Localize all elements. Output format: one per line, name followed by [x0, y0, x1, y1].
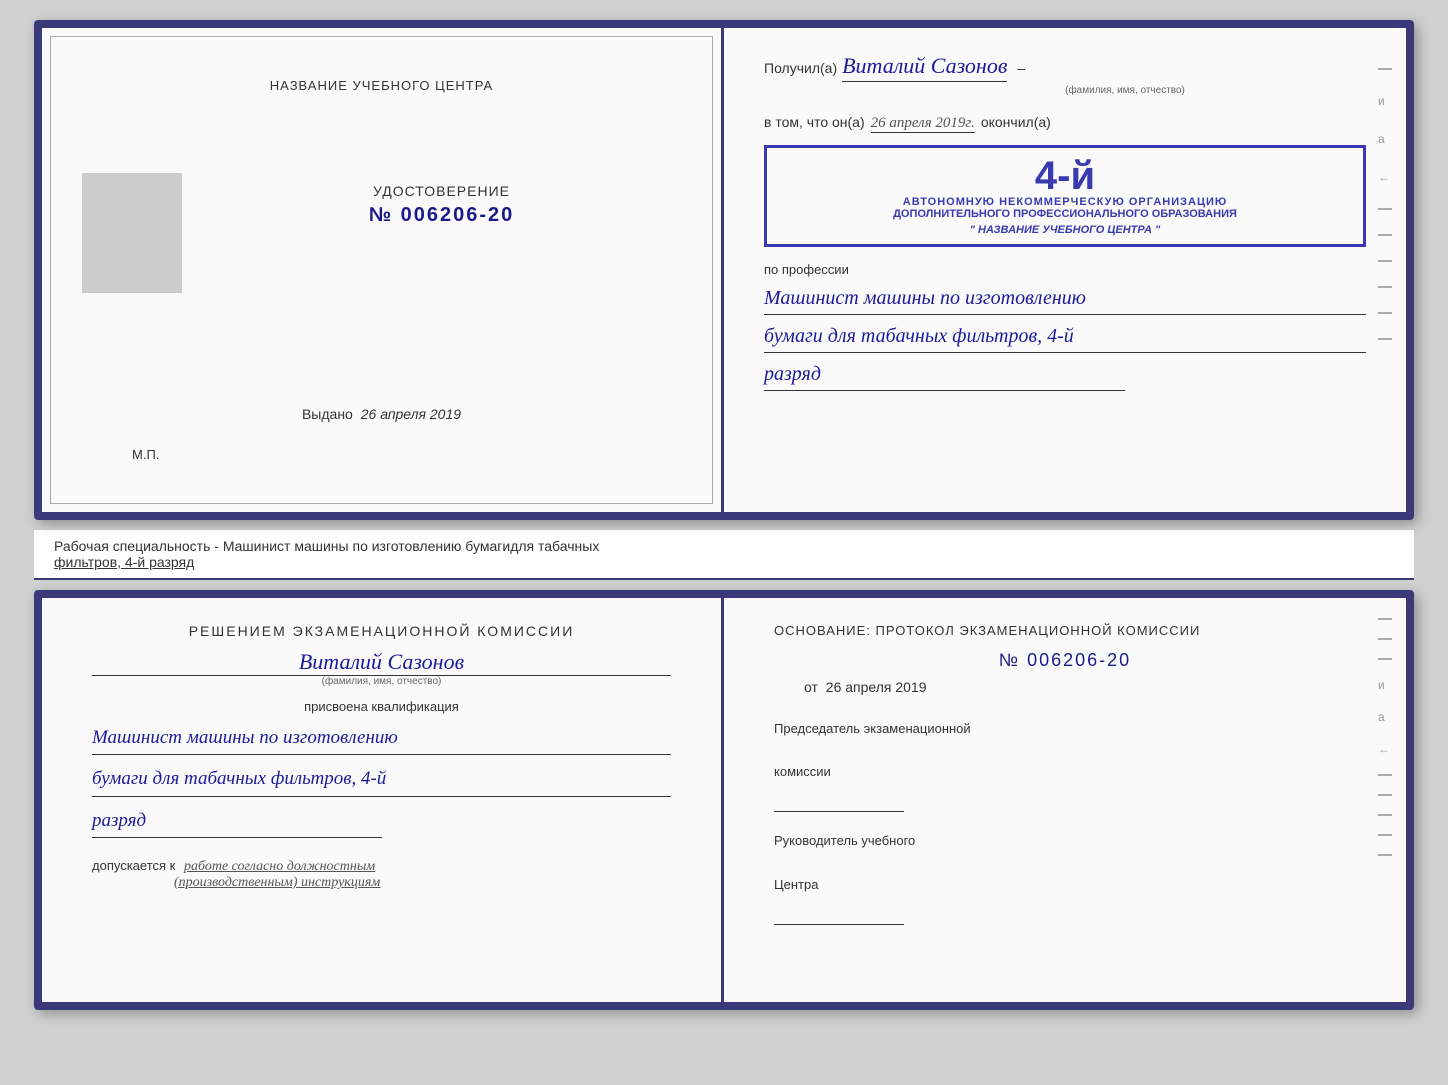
okonchil-label: окончил(а)	[981, 114, 1051, 130]
admitted-hw1: работе согласно должностным	[184, 859, 375, 874]
bottom-right-page: Основание: протокол экзаменационной коми…	[724, 598, 1406, 1002]
osnov-title: Основание: протокол экзаменационной коми…	[774, 623, 1356, 638]
mp-label: М.П.	[132, 447, 159, 462]
br-arrow: ←	[1378, 742, 1392, 756]
left-title: НАЗВАНИЕ УЧЕБНОГО ЦЕНТРА	[270, 78, 493, 93]
issued-date: 26 апреля 2019	[361, 406, 461, 422]
info-text1: Рабочая специальность - Машинист машины …	[54, 538, 1394, 554]
chairman-label2: комиссии	[774, 763, 1356, 781]
top-right-page: Получил(а) Виталий Сазонов – (фамилия, и…	[724, 28, 1406, 512]
head-label1: Руководитель учебного	[774, 832, 1356, 850]
deco-i: и	[1378, 94, 1392, 108]
deco-dash7	[1378, 338, 1392, 340]
head-signature-line	[774, 924, 904, 925]
deco-dash3	[1378, 234, 1392, 236]
deco-dash2	[1378, 208, 1392, 210]
issued-prefix: Выдано	[302, 406, 353, 422]
bottom-prof-hw3: разряд	[92, 805, 382, 838]
profession-hw3: разряд	[764, 358, 1125, 391]
photo-placeholder	[82, 173, 182, 293]
info-bar: Рабочая специальность - Машинист машины …	[34, 530, 1414, 580]
stamp-number: 4-й	[782, 156, 1348, 196]
deco-dash1	[1378, 68, 1392, 70]
dash1: –	[1017, 60, 1025, 76]
stamp-box: 4-й АВТОНОМНУЮ НЕКОММЕРЧЕСКУЮ ОРГАНИЗАЦИ…	[764, 145, 1366, 247]
br-a: а	[1378, 710, 1392, 724]
recipient-name: Виталий Сазонов	[842, 53, 1007, 82]
head-label2: Центра	[774, 876, 1356, 894]
decision-title: Решением экзаменационной комиссии	[92, 623, 671, 639]
deco-a: а	[1378, 132, 1392, 146]
br-dash1	[1378, 618, 1392, 620]
br-dash5	[1378, 794, 1392, 796]
top-left-page: НАЗВАНИЕ УЧЕБНОГО ЦЕНТРА УДОСТОВЕРЕНИЕ №…	[42, 28, 724, 512]
admitted-hw2: (производственным) инструкциям	[174, 875, 671, 891]
deco-dash6	[1378, 312, 1392, 314]
vtom-prefix: в том, что он(а)	[764, 114, 865, 130]
admitted-prefix: допускается к	[92, 858, 175, 873]
br-dash3	[1378, 658, 1392, 660]
vtom-line: в том, что он(а) 26 апреля 2019г. окончи…	[764, 114, 1366, 133]
bottom-certificate: Решением экзаменационной комиссии Витали…	[34, 590, 1414, 1010]
br-dash8	[1378, 854, 1392, 856]
deco-dash5	[1378, 286, 1392, 288]
admitted-line: допускается к работе согласно должностны…	[92, 858, 671, 875]
stamp-text3: " НАЗВАНИЕ УЧЕБНОГО ЦЕНТРА "	[782, 224, 1348, 236]
stamp-text1: АВТОНОМНУЮ НЕКОММЕРЧЕСКУЮ ОРГАНИЗАЦИЮ	[782, 196, 1348, 208]
deco-dash4	[1378, 260, 1392, 262]
br-dash2	[1378, 638, 1392, 640]
deco-arrow: ←	[1378, 170, 1392, 184]
br-i: и	[1378, 678, 1392, 692]
from-prefix: от	[804, 679, 818, 695]
from-date-line: от 26 апреля 2019	[804, 679, 1356, 695]
br-dash6	[1378, 814, 1392, 816]
cert-number: № 006206-20	[369, 204, 515, 227]
date-handwritten: 26 апреля 2019г.	[871, 115, 975, 133]
from-date: 26 апреля 2019	[826, 679, 927, 695]
bottom-name-hw: Виталий Сазонов	[92, 649, 671, 676]
cert-label: УДОСТОВЕРЕНИЕ	[373, 183, 510, 199]
profession-label: по профессии	[764, 262, 1366, 277]
assigned-label: присвоена квалификация	[92, 699, 671, 714]
bottom-left-page: Решением экзаменационной комиссии Витали…	[42, 598, 724, 1002]
br-dash4	[1378, 774, 1392, 776]
top-certificate: НАЗВАНИЕ УЧЕБНОГО ЦЕНТРА УДОСТОВЕРЕНИЕ №…	[34, 20, 1414, 520]
protocol-num: № 006206-20	[774, 650, 1356, 671]
bottom-name-sub: (фамилия, имя, отчество)	[92, 676, 671, 687]
received-line: Получил(а) Виталий Сазонов –	[764, 53, 1366, 82]
profession-hw2: бумаги для табачных фильтров, 4-й	[764, 320, 1366, 353]
name-sublabel: (фамилия, имя, отчество)	[884, 85, 1366, 96]
stamp-text2: ДОПОЛНИТЕЛЬНОГО ПРОФЕССИОНАЛЬНОГО ОБРАЗО…	[782, 208, 1348, 220]
chairman-signature-line	[774, 811, 904, 812]
br-dash7	[1378, 834, 1392, 836]
received-prefix: Получил(а)	[764, 60, 837, 76]
profession-hw1: Машинист машины по изготовлению	[764, 282, 1366, 315]
chairman-label1: Председатель экзаменационной	[774, 720, 1356, 738]
bottom-prof-hw1: Машинист машины по изготовлению	[92, 722, 671, 755]
info-text2: фильтров, 4-й разряд	[54, 554, 1394, 570]
bottom-prof-hw2: бумаги для табачных фильтров, 4-й	[92, 763, 671, 796]
